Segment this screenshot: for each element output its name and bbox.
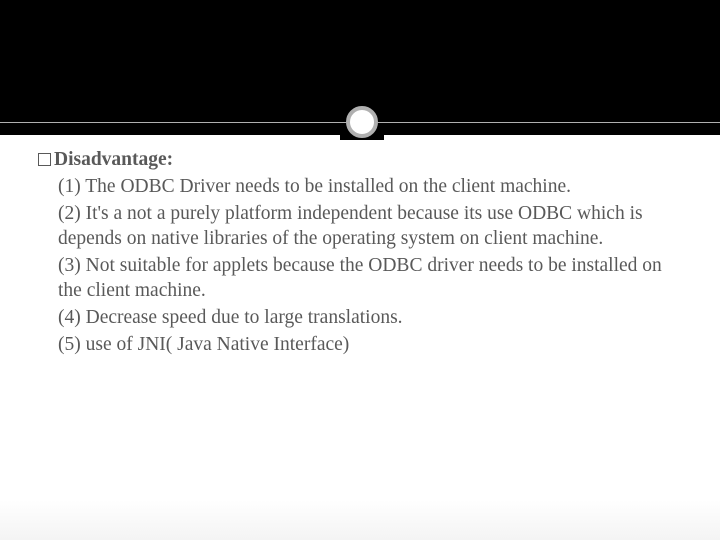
heading-text: Disadvantage: [54, 148, 173, 173]
content-area: Disadvantage: (1) The ODBC Driver needs … [38, 148, 682, 360]
decorative-ring-icon [346, 106, 378, 138]
list-item: (4) Decrease speed due to large translat… [38, 306, 682, 331]
list-item: (2) It's a not a purely platform indepen… [38, 202, 682, 252]
slide: Disadvantage: (1) The ODBC Driver needs … [0, 0, 720, 540]
heading-row: Disadvantage: [38, 148, 682, 173]
footer-shade [0, 500, 720, 540]
list-item: (1) The ODBC Driver needs to be installe… [38, 175, 682, 200]
list-item: (5) use of JNI( Java Native Interface) [38, 333, 682, 358]
square-bullet-icon [38, 153, 51, 166]
list-item: (3) Not suitable for applets because the… [38, 254, 682, 304]
